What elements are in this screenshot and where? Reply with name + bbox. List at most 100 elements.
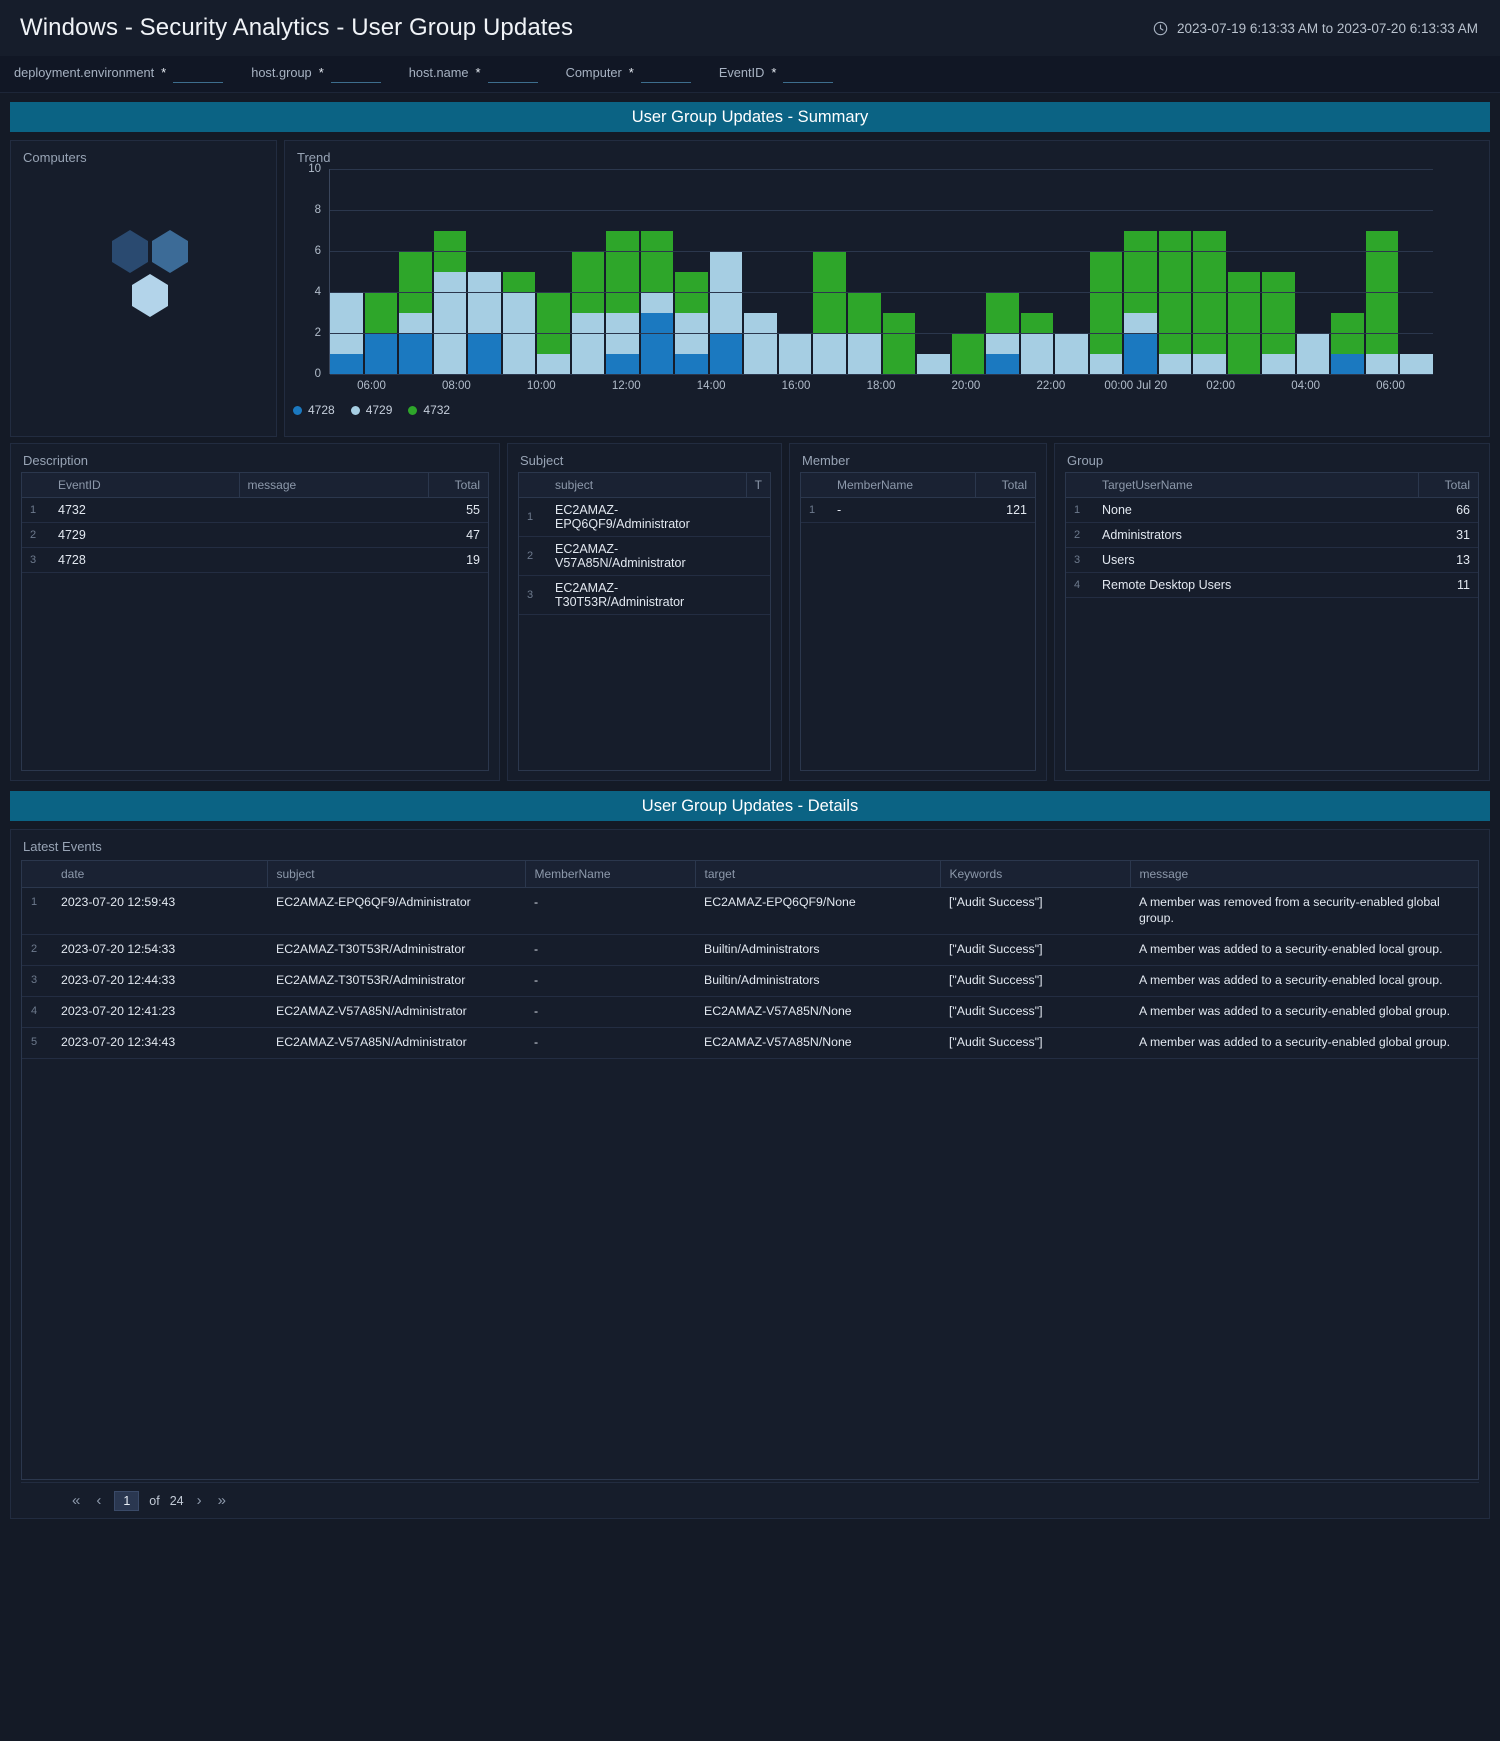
filter-input-computer[interactable]: [640, 66, 691, 83]
table-row[interactable]: 5 2023-07-20 12:34:43 EC2AMAZ-V57A85N/Admi…: [22, 1027, 1478, 1059]
col-total[interactable]: Total: [975, 473, 1035, 498]
col-target[interactable]: target: [695, 861, 941, 888]
cell-subject: EC2AMAZ-T30T53R/Administrator: [267, 934, 525, 966]
col-date[interactable]: date: [52, 861, 268, 888]
col-targetusername[interactable]: TargetUserName: [1094, 473, 1419, 498]
chart-bar[interactable]: [468, 271, 501, 374]
chart-bar[interactable]: [917, 353, 950, 374]
member-table-container[interactable]: MemberName Total 1-121: [800, 472, 1036, 771]
chart-bar-segment: [1124, 312, 1157, 333]
pagination-current-page[interactable]: 1: [114, 1490, 140, 1511]
chart-bar[interactable]: [640, 230, 674, 374]
table-row[interactable]: 4 Remote Desktop Users 11: [1066, 572, 1478, 598]
col-subject[interactable]: subject: [267, 861, 526, 888]
description-table-container[interactable]: EventID message Total 1 4732 55 2 4729 47 3 472…: [21, 472, 489, 771]
chart-x-tick: 22:00: [1036, 380, 1066, 392]
table-row[interactable]: 2 Administrators 31: [1066, 522, 1478, 548]
pagination-prev-button[interactable]: ‹: [93, 1492, 104, 1509]
col-eventid[interactable]: EventID: [50, 473, 240, 498]
chart-bar-segment: [1400, 353, 1433, 374]
filter-eventid[interactable]: EventID *: [719, 65, 834, 83]
chart-bar[interactable]: [399, 251, 432, 374]
legend-item[interactable]: 4732: [408, 403, 450, 417]
col-keywords[interactable]: Keywords: [940, 861, 1131, 888]
group-table-container[interactable]: TargetUserName Total 1 None 66 2 Administrat…: [1065, 472, 1479, 771]
filter-input-eventid[interactable]: [783, 66, 834, 83]
table-row[interactable]: 3 Users 13: [1066, 547, 1478, 573]
filter-input-host-name[interactable]: [487, 66, 538, 83]
table-row[interactable]: 3 4728 19: [22, 547, 488, 573]
chart-bar[interactable]: [1400, 353, 1433, 374]
cell-keywords: ["Audit Success"]: [940, 887, 1130, 935]
chart-bar[interactable]: [744, 312, 777, 374]
chart-bar[interactable]: [502, 271, 536, 374]
chart-bar[interactable]: [433, 230, 467, 374]
subject-panel-title: Subject: [520, 453, 564, 468]
filter-host-group[interactable]: host.group *: [251, 65, 381, 83]
chart-bar[interactable]: [1262, 271, 1295, 374]
col-membername[interactable]: MemberName: [525, 861, 696, 888]
chart-bar[interactable]: [778, 333, 812, 374]
cell-message: A member was added to a security-enabled…: [1130, 934, 1478, 966]
chart-bar[interactable]: [571, 251, 605, 374]
pagination-next-button[interactable]: ›: [194, 1492, 205, 1509]
chart-bar[interactable]: [675, 271, 708, 374]
col-total[interactable]: Total: [1418, 473, 1478, 498]
legend-item[interactable]: 4728: [293, 403, 335, 417]
latest-events-table-container[interactable]: date subject MemberName target Keywords …: [21, 860, 1479, 1480]
col-membername[interactable]: MemberName: [829, 473, 976, 498]
table-row[interactable]: 1 EC2AMAZ-EPQ6QF9/Administrator: [519, 497, 770, 537]
chart-bar[interactable]: [1193, 230, 1226, 374]
table-row[interactable]: 1 4732 55: [22, 497, 488, 523]
filter-host-name[interactable]: host.name *: [409, 65, 538, 83]
chart-bar[interactable]: [1124, 230, 1157, 374]
col-index: [22, 861, 52, 888]
chart-x-tick: 02:00: [1206, 380, 1236, 392]
col-subject[interactable]: subject: [547, 473, 747, 498]
pagination-first-button[interactable]: «: [69, 1492, 83, 1509]
chart-bar[interactable]: [709, 251, 743, 374]
legend-item[interactable]: 4729: [350, 403, 392, 417]
chart-bar[interactable]: [951, 333, 985, 374]
chart-bar[interactable]: [1331, 312, 1364, 374]
col-total[interactable]: Total: [428, 473, 488, 498]
chart-bar[interactable]: [1158, 230, 1192, 374]
cell-target: Builtin/Administrators: [695, 965, 940, 997]
filter-deployment-environment[interactable]: deployment.environment *: [14, 65, 224, 83]
table-row[interactable]: 2 2023-07-20 12:54:33 EC2AMAZ-T30T53R/Admi…: [22, 934, 1478, 966]
table-row[interactable]: 3 EC2AMAZ-T30T53R/Administrator: [519, 575, 770, 615]
table-row[interactable]: 2 EC2AMAZ-V57A85N/Administrator: [519, 536, 770, 576]
chart-x-tick: 08:00: [441, 380, 471, 392]
table-row[interactable]: 4 2023-07-20 12:41:23 EC2AMAZ-V57A85N/Admi…: [22, 996, 1478, 1028]
chart-bar[interactable]: [1227, 271, 1261, 374]
pagination-last-button[interactable]: »: [215, 1492, 229, 1509]
cell-target: Builtin/Administrators: [695, 934, 940, 966]
filter-input-host-group[interactable]: [330, 66, 381, 83]
table-row[interactable]: 2 4729 47: [22, 522, 488, 548]
chart-bar-segment: [1193, 353, 1226, 374]
col-message[interactable]: message: [1130, 861, 1478, 888]
table-row[interactable]: 3 2023-07-20 12:44:33 EC2AMAZ-T30T53R/Admi…: [22, 965, 1478, 997]
chart-bar[interactable]: [1020, 312, 1054, 374]
chart-bar[interactable]: [1296, 333, 1330, 374]
table-row[interactable]: 1 2023-07-20 12:59:43 EC2AMAZ-EPQ6QF9/Admi…: [22, 887, 1478, 935]
chart-bar[interactable]: [606, 230, 639, 374]
chart-bar[interactable]: [813, 251, 846, 374]
subject-table-container[interactable]: subject T 1 EC2AMAZ-EPQ6QF9/Administrator…: [518, 472, 771, 771]
chart-bar[interactable]: [1365, 230, 1399, 374]
chart-gridline: [330, 374, 1433, 375]
cell-subject: EC2AMAZ-T30T53R/Administrator: [547, 575, 746, 615]
table-row[interactable]: 1-121: [801, 497, 1035, 523]
table-row[interactable]: 1 None 66: [1066, 497, 1478, 523]
chart-bar[interactable]: [882, 312, 916, 374]
col-total[interactable]: T: [746, 473, 770, 498]
filter-computer[interactable]: Computer *: [566, 65, 691, 83]
filter-input-deployment-environment[interactable]: [173, 66, 224, 83]
chart-bar[interactable]: [1089, 251, 1123, 374]
row-index: 1: [1066, 497, 1094, 523]
description-table: EventID message Total 1 4732 55 2 4729 47 3 472…: [22, 473, 488, 573]
chart-bar[interactable]: [1055, 333, 1088, 374]
time-range-picker[interactable]: 2023-07-19 6:13:33 AM to 2023-07-20 6:13…: [1153, 21, 1478, 36]
chart-x-tick: 18:00: [866, 380, 896, 392]
col-message[interactable]: message: [239, 473, 429, 498]
